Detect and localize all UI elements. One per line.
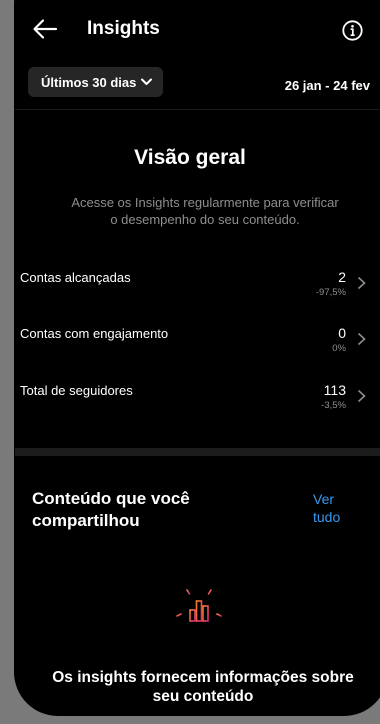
period-label: Últimos 30 dias [41, 74, 137, 90]
empty-state-message: Os insights fornecem informações sobre s… [52, 669, 354, 706]
page-title: Insights [87, 18, 160, 39]
date-range: 26 jan - 24 fev [284, 78, 370, 93]
back-arrow-icon[interactable] [32, 18, 58, 40]
chevron-down-icon [141, 78, 153, 85]
period-dropdown[interactable]: Últimos 30 dias [28, 67, 164, 97]
overview-description: Acesse os Insights regularmente para ver… [71, 195, 339, 227]
section-divider [15, 448, 380, 456]
metric-label: Contas alcançadas [20, 270, 131, 285]
overview-title: Visão geral [134, 146, 246, 169]
divider [15, 109, 380, 110]
metric-label: Total de seguidores [20, 383, 133, 398]
chevron-right-icon [357, 332, 366, 346]
metric-row-accounts-reached[interactable]: Contas alcançadas 2 -97,5% [20, 269, 368, 310]
insights-chart-icon [175, 584, 223, 637]
chevron-right-icon [357, 389, 366, 403]
see-all-link[interactable]: Ver tudo [313, 490, 363, 526]
metric-row-accounts-engaged[interactable]: Contas com engajamento 0 0% [20, 325, 368, 366]
shared-content-title: Conteúdo que você compartilhou [32, 489, 190, 531]
metric-row-total-followers[interactable]: Total de seguidores 113 -3,5% [20, 382, 368, 423]
metric-label: Contas com engajamento [20, 326, 169, 341]
metric-value: 113 [323, 382, 346, 398]
insights-screen: Insights Últimos 30 dias 26 jan - 24 fev… [14, 0, 380, 716]
chevron-right-icon [357, 276, 366, 290]
phone-frame: Insights Últimos 30 dias 26 jan - 24 fev… [14, 0, 380, 716]
info-icon[interactable] [342, 20, 363, 41]
metric-value: 0 [338, 325, 346, 341]
metric-change: -97,5% [315, 287, 346, 298]
metric-value: 2 [338, 269, 346, 285]
metric-change: -3,5% [321, 400, 346, 411]
metric-change: 0% [332, 343, 346, 354]
